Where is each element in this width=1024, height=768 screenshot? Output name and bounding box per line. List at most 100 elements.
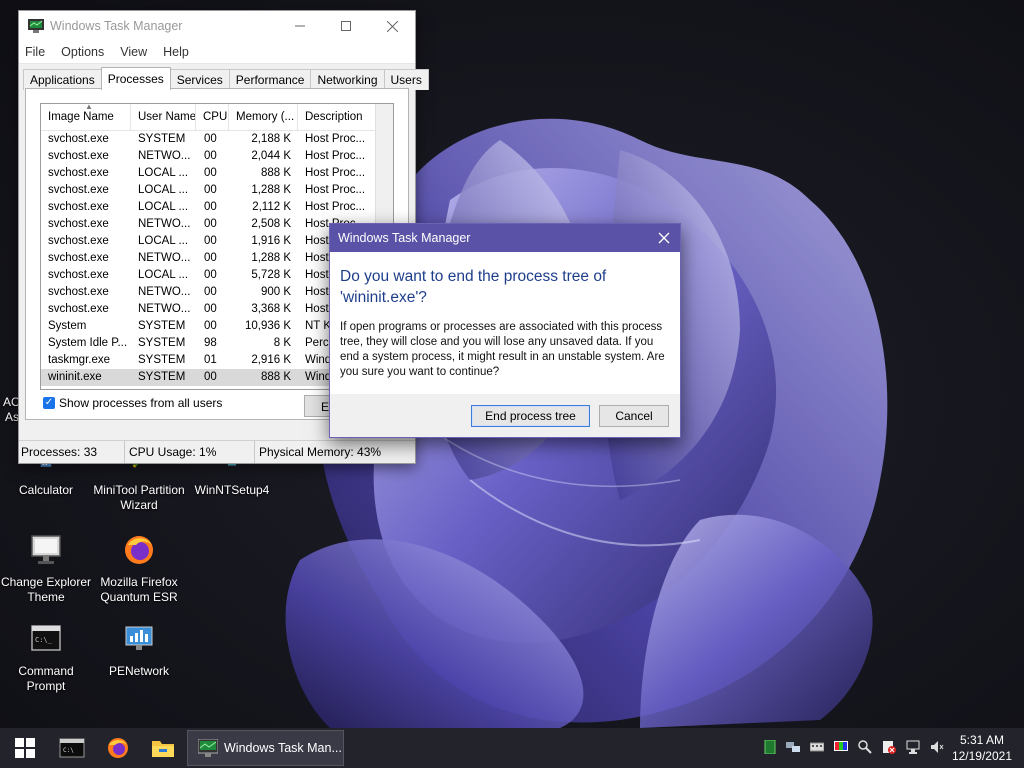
tray-security-icon[interactable] (882, 740, 896, 754)
command-prompt-icon: C:\_ (31, 625, 61, 651)
end-process-tree-dialog: Windows Task Manager Do you want to end … (329, 223, 681, 438)
cell-cpu: 00 (204, 371, 217, 383)
desktop-icon-label: Mozilla Firefox Quantum ESR (100, 575, 178, 604)
status-processes: Processes: 33 (19, 441, 125, 463)
task-manager-title-bar[interactable]: Windows Task Manager (19, 11, 415, 41)
dialog-title-bar[interactable]: Windows Task Manager (330, 224, 680, 252)
table-row[interactable]: svchost.exe SYSTEM 00 2,188 K Host Proc... (41, 131, 393, 148)
cell-image-name: svchost.exe (48, 303, 109, 315)
column-cpu[interactable]: CPU (196, 104, 229, 130)
tray-volume-muted-icon[interactable] (930, 740, 944, 754)
cell-user-name: LOCAL ... (138, 167, 189, 179)
command-prompt-taskbar-icon[interactable]: C:\ (59, 736, 85, 760)
tab-users[interactable]: Users (383, 69, 429, 90)
menu-options[interactable]: Options (61, 45, 104, 59)
cell-image-name: svchost.exe (48, 269, 109, 281)
cell-user-name: NETWO... (138, 150, 191, 162)
taskbar-task-label: Windows Task Man... (224, 741, 342, 755)
cell-image-name: System Idle P... (48, 337, 128, 349)
desktop-icon-penetwork[interactable]: PENetwork (93, 622, 185, 679)
table-row[interactable]: svchost.exe LOCAL ... 00 888 K Host Proc... (41, 165, 393, 182)
cell-cpu: 00 (204, 167, 217, 179)
desktop-icon-command-prompt[interactable]: C:\_ Command Prompt (0, 622, 92, 694)
cell-cpu: 00 (204, 235, 217, 247)
taskbar-clock[interactable]: 5:31 AM 12/19/2021 (952, 732, 1012, 764)
taskbar: C:\ Windows Task Man... 5:31 AM 12/19/20… (0, 728, 1024, 768)
tray-network-share-icon[interactable] (786, 740, 800, 754)
cell-memory: 8 K (273, 337, 291, 349)
cell-image-name: System (48, 320, 87, 332)
cell-user-name: NETWO... (138, 286, 191, 298)
cancel-button[interactable]: Cancel (599, 405, 669, 427)
show-all-users-option[interactable]: ✓ Show processes from all users (43, 396, 222, 410)
desktop-icon-change-explorer-theme[interactable]: Change Explorer Theme (0, 533, 92, 605)
menu-help[interactable]: Help (163, 45, 189, 59)
column-user-name[interactable]: User Name (131, 104, 196, 130)
monitor-icon (31, 535, 61, 564)
desktop-icon-label: MiniTool Partition Wizard (93, 483, 185, 512)
tab-networking[interactable]: Networking (310, 69, 385, 90)
desktop-icon-label: PENetwork (108, 664, 170, 678)
cell-image-name: wininit.exe (48, 371, 102, 383)
cell-cpu: 00 (204, 184, 217, 196)
taskbar-task-manager-button[interactable]: Windows Task Man... (187, 730, 344, 766)
table-row[interactable]: svchost.exe LOCAL ... 00 2,112 K Host Proc..… (41, 199, 393, 216)
cell-image-name: svchost.exe (48, 286, 109, 298)
tab-services[interactable]: Services (169, 69, 230, 90)
tray-keyboard-icon[interactable] (810, 740, 824, 754)
firefox-taskbar-icon[interactable] (105, 736, 131, 760)
cell-cpu: 00 (204, 150, 217, 162)
cell-memory: 2,188 K (251, 133, 291, 145)
menu-file[interactable]: File (25, 45, 45, 59)
process-list-header: ▲ Image Name User Name CPU Memory (... D… (41, 104, 393, 131)
desktop-partial-label: As (5, 410, 20, 424)
cell-memory: 888 K (260, 167, 291, 179)
sort-ascending-icon: ▲ (85, 103, 93, 111)
cell-memory: 1,288 K (251, 184, 291, 196)
clock-date: 12/19/2021 (951, 749, 1012, 763)
menu-view[interactable]: View (120, 45, 147, 59)
cell-memory: 888 K (260, 371, 291, 383)
cell-user-name: SYSTEM (138, 354, 186, 366)
close-icon (386, 20, 398, 32)
dialog-body: Do you want to end the process tree of '… (330, 252, 680, 394)
tab-processes[interactable]: Processes (100, 67, 171, 90)
cell-image-name: taskmgr.exe (48, 354, 110, 366)
minimize-icon (295, 25, 305, 27)
end-process-tree-button[interactable]: End process tree (471, 405, 590, 427)
cell-user-name: SYSTEM (138, 371, 186, 383)
cell-user-name: SYSTEM (138, 337, 186, 349)
dialog-title: Windows Task Manager (338, 231, 471, 245)
show-all-users-checkbox[interactable]: ✓ (43, 397, 55, 409)
show-all-users-label: Show processes from all users (59, 396, 223, 410)
start-windows-icon[interactable] (12, 736, 38, 760)
cell-memory: 5,728 K (251, 269, 291, 281)
close-button[interactable] (369, 11, 415, 41)
network-icon (125, 626, 153, 650)
table-row[interactable]: svchost.exe NETWO... 00 2,044 K Host Proc... (41, 148, 393, 165)
cell-memory: 10,936 K (244, 320, 291, 332)
cell-image-name: svchost.exe (48, 201, 109, 213)
cell-user-name: LOCAL ... (138, 235, 189, 247)
menu-bar: File Options View Help (19, 41, 415, 64)
dialog-message: If open programs or processes are associ… (340, 321, 665, 378)
desktop-icon-firefox[interactable]: Mozilla Firefox Quantum ESR (93, 533, 185, 605)
tab-performance[interactable]: Performance (228, 69, 312, 90)
cell-user-name: NETWO... (138, 252, 191, 264)
cell-cpu: 00 (204, 252, 217, 264)
minimize-button[interactable] (277, 11, 323, 41)
column-memory[interactable]: Memory (... (229, 104, 298, 130)
cell-cpu: 00 (204, 286, 217, 298)
file-explorer-taskbar-icon[interactable] (150, 736, 176, 760)
tray-green-icon[interactable] (763, 740, 777, 754)
table-row[interactable]: svchost.exe LOCAL ... 00 1,288 K Host Proc..… (41, 182, 393, 199)
cell-memory: 3,368 K (251, 303, 291, 315)
maximize-button[interactable] (323, 11, 369, 41)
cell-user-name: LOCAL ... (138, 269, 189, 281)
tab-applications[interactable]: Applications (23, 69, 102, 90)
cell-user-name: NETWO... (138, 303, 191, 315)
dialog-close-icon[interactable] (656, 230, 672, 246)
tray-magnifier-icon[interactable] (858, 740, 872, 754)
tray-display-icon[interactable] (834, 740, 848, 754)
tray-network-icon[interactable] (906, 740, 920, 754)
